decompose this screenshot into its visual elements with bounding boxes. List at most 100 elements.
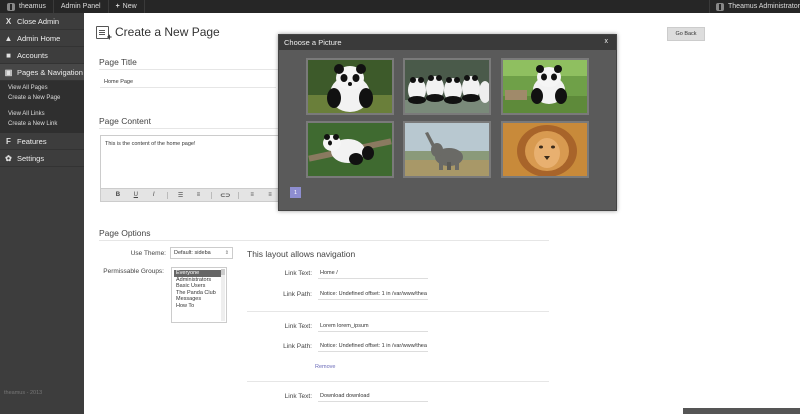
picture-panda-tree[interactable] [306, 121, 394, 178]
brand-link[interactable]: theamus [0, 0, 54, 13]
underline-button[interactable]: U [127, 192, 145, 198]
user-label: Theamus Administrator [728, 3, 800, 10]
pages-icon: ▣ [4, 67, 13, 77]
sidebar-item-accounts[interactable]: ■ Accounts [0, 47, 84, 64]
picture-lion[interactable] [501, 121, 589, 178]
plus-icon: + [115, 3, 120, 10]
top-bar: theamus Admin Panel + New Theamus Admini… [0, 0, 800, 13]
link-path-label: Link Path: [283, 343, 312, 350]
theme-value: Default: sideba [174, 250, 211, 256]
editor-toolbar: B U I ☰ ≡ ⊂⊃ ≡ ≡ [101, 188, 279, 201]
subnav-create-new-link[interactable]: Create a New Link [0, 119, 84, 129]
layout-title: This layout allows navigation [247, 249, 356, 259]
bottom-strip [683, 408, 800, 414]
close-icon: X [5, 16, 12, 26]
new-link[interactable]: + New [109, 0, 145, 13]
link-divider [247, 311, 549, 312]
brand-label: theamus [19, 3, 46, 10]
theamus-logo-icon [7, 2, 15, 11]
sidebar-item-close-admin[interactable]: X Close Admin [0, 13, 84, 30]
page-title: Create a New Page [115, 25, 220, 39]
toolbar-separator [211, 191, 213, 199]
sidebar-item-label: Features [17, 136, 47, 146]
page-content-label: Page Content [99, 116, 151, 126]
sidebar-item-label: Admin Home [17, 33, 61, 43]
sidebar-item-label: Accounts [17, 50, 48, 60]
sidebar: X Close Admin ▲ Admin Home ■ Accounts ▣ … [0, 13, 84, 414]
link-divider [247, 381, 549, 382]
page-title-label: Page Title [99, 57, 137, 67]
link-path-input[interactable]: Notice: Undefined offset: 1 in /var/www/… [318, 289, 428, 300]
sidebar-item-label: Pages & Navigation [17, 67, 83, 77]
modal-title: Choose a Picture [284, 38, 342, 47]
accounts-icon: ■ [6, 50, 11, 60]
admin-panel-link[interactable]: Admin Panel [54, 0, 109, 13]
link-text-label: Link Text: [284, 323, 312, 330]
subnav-view-all-links[interactable]: View All Links [0, 109, 84, 119]
toolbar-separator [166, 191, 168, 199]
subnav-view-all-pages[interactable]: View All Pages [0, 83, 84, 93]
go-back-button[interactable]: Go Back [667, 27, 705, 41]
pages-subnav: View All Pages Create a New Page View Al… [0, 81, 84, 133]
picture-panda-sitting[interactable] [306, 58, 394, 115]
elephant-image [405, 123, 489, 176]
link-path-label: Link Path: [283, 291, 312, 298]
close-icon[interactable]: x [605, 38, 609, 45]
group-option[interactable]: How To [174, 303, 224, 310]
panda-grass-image [503, 60, 587, 113]
picture-panda-grass[interactable] [501, 58, 589, 115]
user-menu[interactable]: Theamus Administrator [709, 0, 800, 13]
theme-select[interactable]: Default: sideba ⇕ [170, 247, 233, 259]
home-icon: ▲ [4, 33, 13, 43]
lion-image [503, 123, 587, 176]
sidebar-item-features[interactable]: F Features [0, 133, 84, 150]
link-icon[interactable]: ⊂⊃ [216, 192, 234, 199]
link-text-label: Link Text: [284, 393, 312, 400]
pagination-page-1[interactable]: 1 [290, 187, 301, 198]
features-icon: F [6, 136, 11, 146]
picture-elephant[interactable] [403, 121, 491, 178]
numbered-list-icon[interactable]: ≡ [190, 192, 208, 198]
admin-panel-label: Admin Panel [60, 3, 101, 10]
user-logo-icon [716, 2, 725, 11]
sidebar-item-label: Settings [17, 153, 45, 163]
choose-picture-modal: Choose a Picture x 1 [278, 34, 617, 211]
content-editor[interactable]: This is the content of the home page! B … [100, 135, 280, 202]
picture-pandas-group[interactable] [403, 58, 491, 115]
italic-button[interactable]: I [145, 192, 163, 198]
sidebar-item-admin-home[interactable]: ▲ Admin Home [0, 30, 84, 47]
bold-button[interactable]: B [109, 192, 127, 198]
editor-text[interactable]: This is the content of the home page! [101, 136, 279, 185]
link-text-input[interactable]: Home / [318, 268, 428, 279]
sidebar-item-label: Close Admin [17, 16, 60, 26]
page-header: Create a New Page [96, 25, 220, 42]
sidebar-footer: theamus - 2013 [4, 390, 43, 396]
subnav-create-new-page[interactable]: Create a New Page [0, 93, 84, 103]
link-text-input[interactable]: Lorem lorem_ipsum [318, 321, 428, 332]
bullet-list-icon[interactable]: ☰ [172, 192, 190, 199]
new-label: New [122, 3, 137, 10]
settings-icon: ✿ [5, 153, 12, 163]
groups-listbox[interactable]: Everyone Administrators Basic Users The … [171, 267, 227, 323]
section-underline [99, 240, 549, 241]
page-title-input[interactable]: Home Page [100, 77, 276, 88]
sidebar-item-pages-navigation[interactable]: ▣ Pages & Navigation [0, 64, 84, 81]
listbox-scrollbar[interactable] [221, 269, 225, 321]
modal-header: Choose a Picture x [279, 35, 616, 50]
pandas-group-image [405, 60, 489, 113]
link-text-input[interactable]: Download download [318, 391, 428, 402]
use-theme-label: Use Theme: [130, 250, 166, 257]
panda-tree-image [308, 123, 392, 176]
link-text-label: Link Text: [284, 270, 312, 277]
page-options-label: Page Options [99, 228, 151, 238]
sidebar-item-settings[interactable]: ✿ Settings [0, 150, 84, 167]
panda-sitting-image [308, 60, 392, 113]
link-path-input[interactable]: Notice: Undefined offset: 1 in /var/www/… [318, 341, 428, 352]
align-left-icon[interactable]: ≡ [243, 192, 261, 198]
select-arrows-icon: ⇕ [224, 250, 229, 256]
align-center-icon[interactable]: ≡ [261, 192, 279, 198]
new-page-icon [96, 25, 112, 42]
remove-link[interactable]: Remove [315, 364, 335, 370]
toolbar-separator [238, 191, 240, 199]
groups-label: Permissable Groups: [103, 268, 164, 275]
